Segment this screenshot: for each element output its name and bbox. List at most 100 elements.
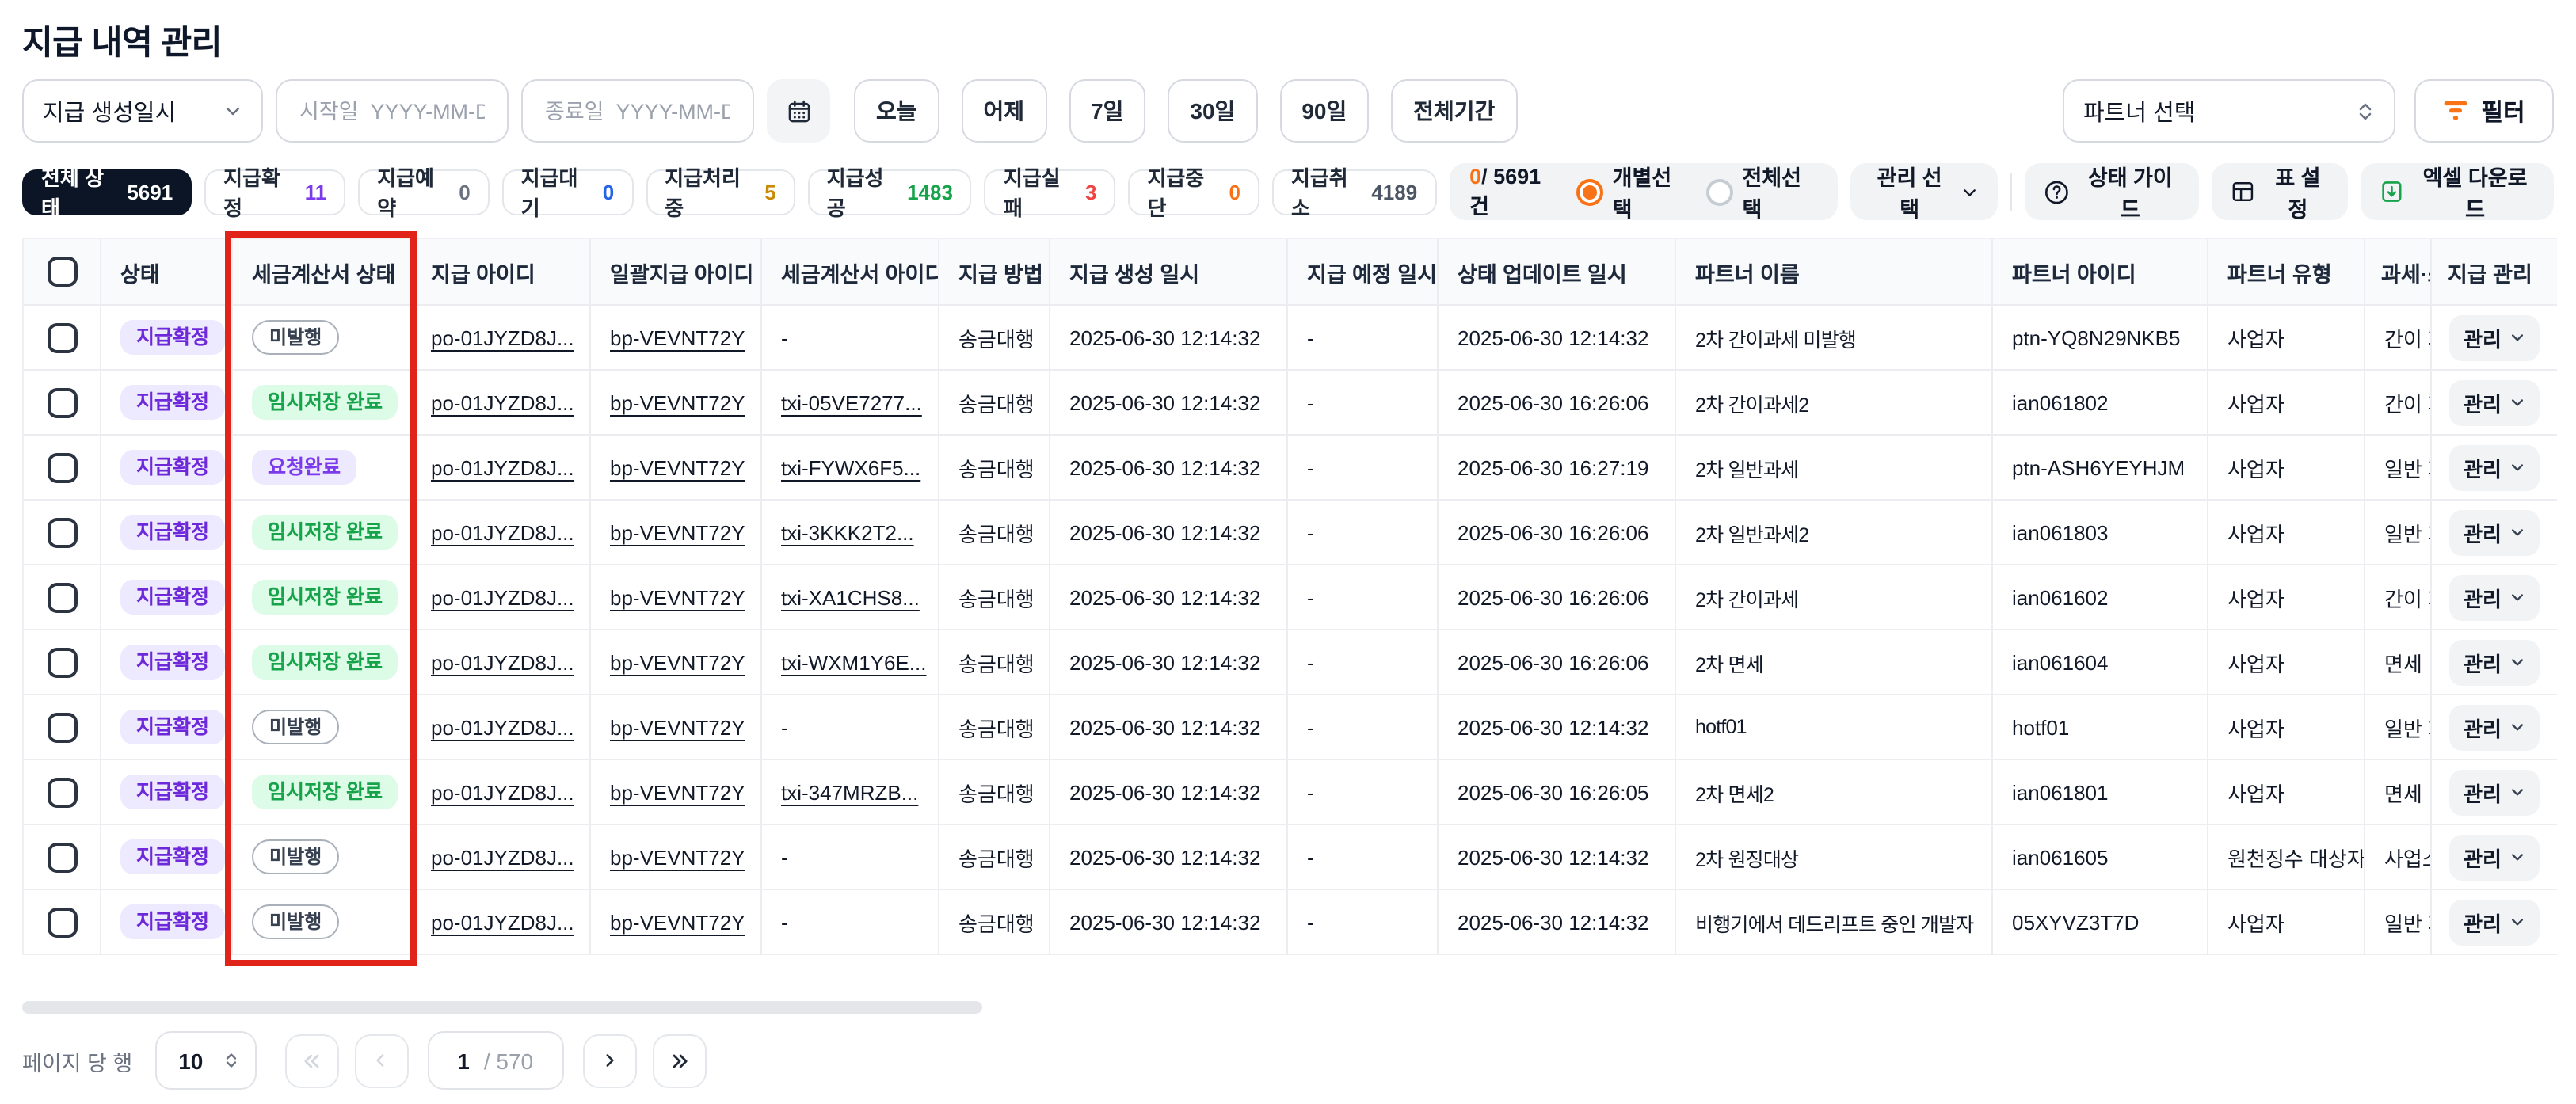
tax-invoice-id-cell: txi-347MRZB... (762, 760, 939, 825)
quick-range-button[interactable]: 어제 (962, 79, 1047, 143)
row-checkbox[interactable] (47, 777, 77, 807)
bulk-payment-id-link[interactable]: bp-VEVNT72Y (610, 520, 745, 544)
row-manage-button[interactable]: 관리 (2449, 899, 2540, 945)
tax-invoice-id-link[interactable]: txi-3KKK2T2... (781, 520, 914, 544)
col-header-scheduled-at: 지급 예정 일시 (1288, 239, 1439, 306)
end-date-field[interactable] (521, 79, 754, 143)
scheduled-at-cell: - (1288, 306, 1439, 371)
payment-id-link[interactable]: po-01JYZD8J... (431, 585, 574, 609)
status-chip[interactable]: 지급처리중 5 (646, 169, 795, 215)
status-chip[interactable]: 지급성공 1483 (808, 169, 972, 215)
row-checkbox[interactable] (47, 387, 77, 417)
quick-range-button[interactable]: 30일 (1168, 79, 1257, 143)
row-manage-button[interactable]: 관리 (2449, 834, 2540, 880)
bulk-payment-id-link[interactable]: bp-VEVNT72Y (610, 585, 745, 609)
bulk-payment-id-link[interactable]: bp-VEVNT72Y (610, 325, 745, 349)
payment-id-link[interactable]: po-01JYZD8J... (431, 780, 574, 804)
start-date-input[interactable] (296, 97, 488, 124)
status-chip[interactable]: 지급취소 4189 (1272, 169, 1436, 215)
calendar-button[interactable] (767, 79, 830, 143)
payment-id-link[interactable]: po-01JYZD8J... (431, 325, 574, 349)
row-manage-button[interactable]: 관리 (2449, 509, 2540, 555)
row-manage-button[interactable]: 관리 (2449, 379, 2540, 425)
table-settings-button[interactable]: 표 설정 (2212, 163, 2349, 220)
row-checkbox[interactable] (47, 582, 77, 612)
vertical-divider (2010, 173, 2011, 211)
status-chip[interactable]: 지급대기 0 (502, 169, 634, 215)
created-at-cell: 2025-06-30 12:14:32 (1050, 501, 1288, 565)
status-chip[interactable]: 지급확정 11 (204, 169, 345, 215)
quick-range-button[interactable]: 7일 (1069, 79, 1145, 143)
excel-download-icon (2380, 179, 2404, 204)
row-manage-button[interactable]: 관리 (2449, 444, 2540, 490)
manage-cell: 관리 (2432, 371, 2557, 436)
date-type-select[interactable]: 지급 생성일시 (22, 79, 263, 143)
row-checkbox[interactable] (47, 907, 77, 937)
first-page-button[interactable] (284, 1034, 338, 1087)
row-manage-label: 관리 (2464, 517, 2502, 547)
bulk-payment-id-cell: bp-VEVNT72Y (591, 630, 762, 695)
bulk-payment-id-link[interactable]: bp-VEVNT72Y (610, 390, 745, 414)
row-manage-button[interactable]: 관리 (2449, 704, 2540, 750)
row-checkbox[interactable] (47, 842, 77, 872)
payment-id-link[interactable]: po-01JYZD8J... (431, 910, 574, 934)
manage-select-button[interactable]: 관리 선택 (1850, 163, 1997, 220)
quick-range-button[interactable]: 90일 (1279, 79, 1369, 143)
next-page-button[interactable] (582, 1034, 636, 1087)
bulk-payment-id-link[interactable]: bp-VEVNT72Y (610, 455, 745, 479)
row-checkbox[interactable] (47, 647, 77, 677)
status-cell: 지급확정 (101, 760, 233, 825)
row-checkbox[interactable] (47, 712, 77, 742)
status-chip-count: 0 (459, 180, 470, 204)
row-checkbox[interactable] (47, 452, 77, 482)
updated-at-cell: 2025-06-30 16:26:06 (1439, 565, 1676, 630)
payment-id-link[interactable]: po-01JYZD8J... (431, 650, 574, 674)
row-checkbox[interactable] (47, 322, 77, 352)
tax-invoice-id-link[interactable]: txi-XA1CHS8... (781, 585, 920, 609)
bulk-payment-id-link[interactable]: bp-VEVNT72Y (610, 780, 745, 804)
row-manage-button[interactable]: 관리 (2449, 769, 2540, 815)
status-guide-button[interactable]: 상태 가이드 (2024, 163, 2200, 220)
filter-row: 지급 생성일시 오늘 어제 7일 30일 90일 전체기간 파트너 선택 필터 (22, 79, 2554, 143)
bulk-payment-id-link[interactable]: bp-VEVNT72Y (610, 910, 745, 934)
status-chip[interactable]: 지급중단 0 (1128, 169, 1259, 215)
row-manage-button[interactable]: 관리 (2449, 639, 2540, 685)
last-page-button[interactable] (652, 1034, 706, 1087)
bulk-payment-id-link[interactable]: bp-VEVNT72Y (610, 650, 745, 674)
bulk-payment-id-link[interactable]: bp-VEVNT72Y (610, 845, 745, 869)
payment-id-link[interactable]: po-01JYZD8J... (431, 390, 574, 414)
status-chip[interactable]: 전체 상태 5691 (22, 169, 192, 215)
payment-id-link[interactable]: po-01JYZD8J... (431, 715, 574, 739)
rows-per-page-select[interactable]: 10 (154, 1031, 256, 1090)
individual-select-radio[interactable]: 개별선택 (1576, 160, 1687, 223)
payment-id-link[interactable]: po-01JYZD8J... (431, 455, 574, 479)
tax-invoice-id-link[interactable]: txi-347MRZB... (781, 780, 918, 804)
horizontal-scrollbar-thumb[interactable] (22, 1001, 982, 1014)
quick-range-button[interactable]: 전체기간 (1391, 79, 1517, 143)
payment-id-link[interactable]: po-01JYZD8J... (431, 520, 574, 544)
row-manage-button[interactable]: 관리 (2449, 574, 2540, 620)
tax-invoice-id-link[interactable]: txi-WXM1Y6E... (781, 650, 927, 674)
method-cell: 송금대행 (939, 565, 1050, 630)
end-date-input[interactable] (542, 97, 734, 124)
bulk-payment-id-link[interactable]: bp-VEVNT72Y (610, 715, 745, 739)
row-manage-button[interactable]: 관리 (2449, 314, 2540, 360)
page-indicator[interactable]: 1 / 570 (427, 1031, 563, 1090)
row-manage-label: 관리 (2464, 322, 2502, 352)
payment-id-link[interactable]: po-01JYZD8J... (431, 845, 574, 869)
prev-page-button[interactable] (354, 1034, 408, 1087)
row-checkbox[interactable] (47, 517, 77, 547)
select-all-checkbox[interactable] (47, 257, 77, 287)
status-chip[interactable]: 지급실패 3 (985, 169, 1116, 215)
chevron-left-icon (371, 1050, 391, 1071)
start-date-field[interactable] (276, 79, 509, 143)
status-chip[interactable]: 지급예약 0 (358, 169, 490, 215)
partner-select[interactable]: 파트너 선택 (2063, 79, 2395, 143)
tax-invoice-id-link[interactable]: txi-05VE7277... (781, 390, 922, 414)
quick-range-button[interactable]: 오늘 (854, 79, 939, 143)
tax-invoice-id-link[interactable]: txi-FYWX6F5... (781, 455, 920, 479)
status-cell: 지급확정 (101, 825, 233, 890)
filter-button[interactable]: 필터 (2414, 79, 2554, 143)
excel-download-button[interactable]: 엑셀 다운로드 (2361, 163, 2554, 220)
all-select-radio[interactable]: 전체선택 (1705, 160, 1816, 223)
